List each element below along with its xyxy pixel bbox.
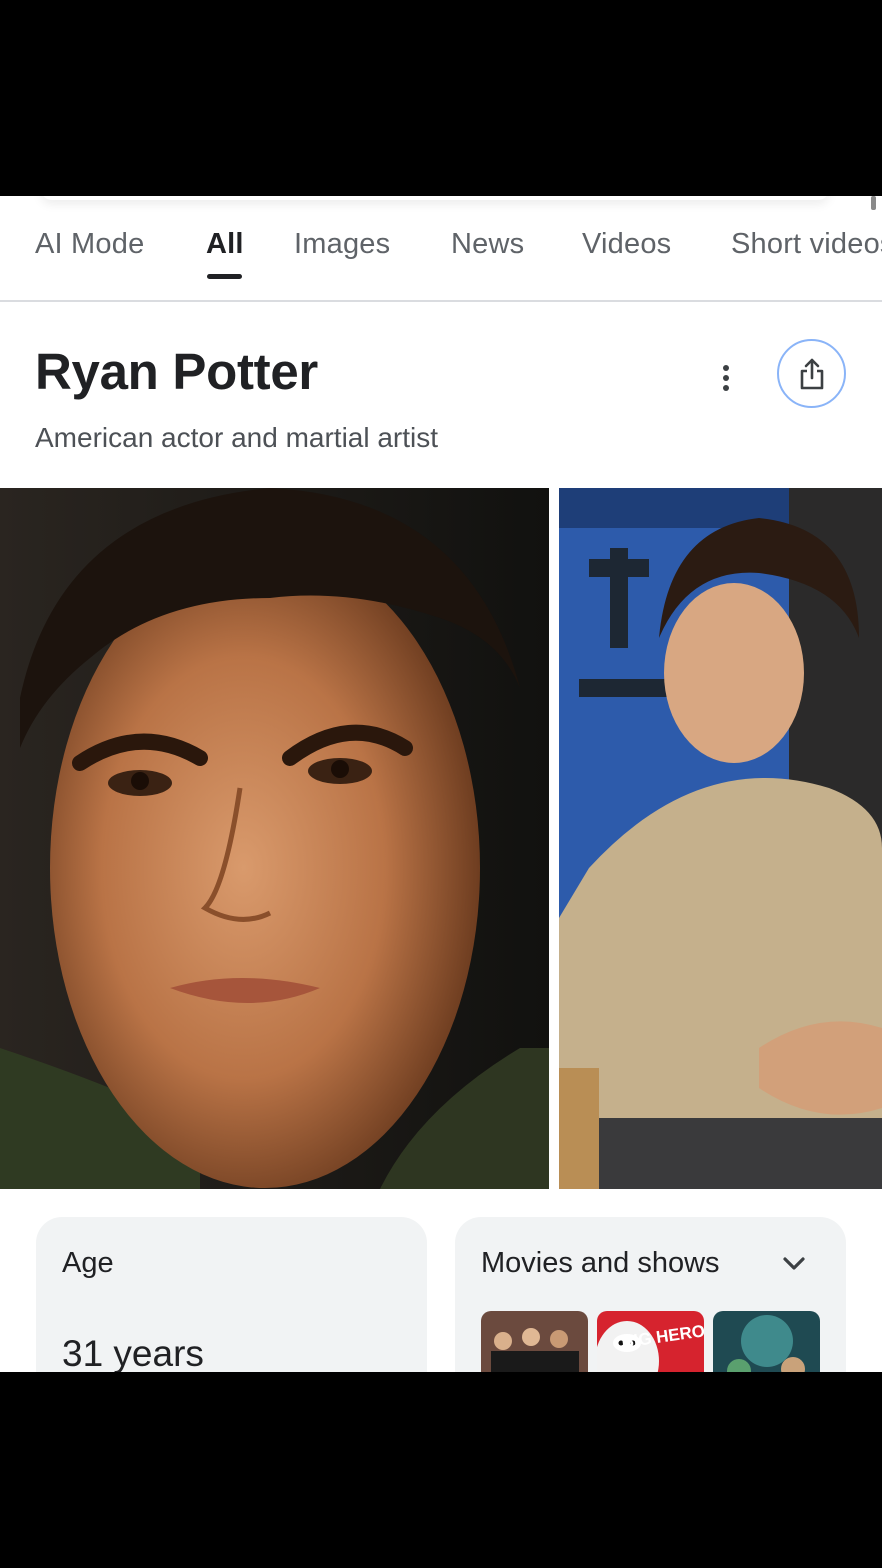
- more-vert-icon: [723, 365, 729, 371]
- share-button[interactable]: [777, 339, 846, 408]
- navigation-bar-area: [0, 1372, 882, 1568]
- movie-thumbnail[interactable]: [481, 1311, 588, 1372]
- entity-title: Ryan Potter: [35, 343, 318, 400]
- chevron-down-icon[interactable]: [777, 1247, 811, 1281]
- tab-images[interactable]: Images: [294, 228, 390, 261]
- search-results-screen: AI Mode All Images News Videos Short vid…: [0, 196, 882, 1372]
- age-value: 31 years: [62, 1333, 204, 1372]
- movies-and-shows-card[interactable]: Movies and shows BIG HERO: [455, 1217, 846, 1372]
- movie-thumbnails: BIG HERO 6: [481, 1311, 820, 1372]
- entity-subtitle: American actor and martial artist: [35, 422, 439, 453]
- movies-label: Movies and shows: [481, 1247, 720, 1279]
- search-tabs: AI Mode All Images News Videos Short vid…: [0, 196, 882, 302]
- age-label: Age: [62, 1247, 114, 1279]
- entity-image-secondary[interactable]: [559, 488, 882, 1189]
- tab-ai-mode[interactable]: AI Mode: [35, 228, 144, 261]
- status-bar-area: [0, 0, 882, 196]
- age-card[interactable]: Age 31 years: [36, 1217, 427, 1372]
- tab-news[interactable]: News: [451, 228, 524, 261]
- movie-thumbnail[interactable]: BIG HERO 6: [597, 1311, 704, 1372]
- active-tab-indicator: [207, 274, 242, 279]
- share-icon: [800, 358, 823, 389]
- entity-image-primary[interactable]: [0, 488, 549, 1189]
- tab-short-videos[interactable]: Short videos: [731, 228, 882, 261]
- tab-all[interactable]: All: [206, 228, 244, 261]
- more-options-button[interactable]: [706, 356, 746, 400]
- movie-thumbnail[interactable]: [713, 1311, 820, 1372]
- tab-videos[interactable]: Videos: [582, 228, 671, 261]
